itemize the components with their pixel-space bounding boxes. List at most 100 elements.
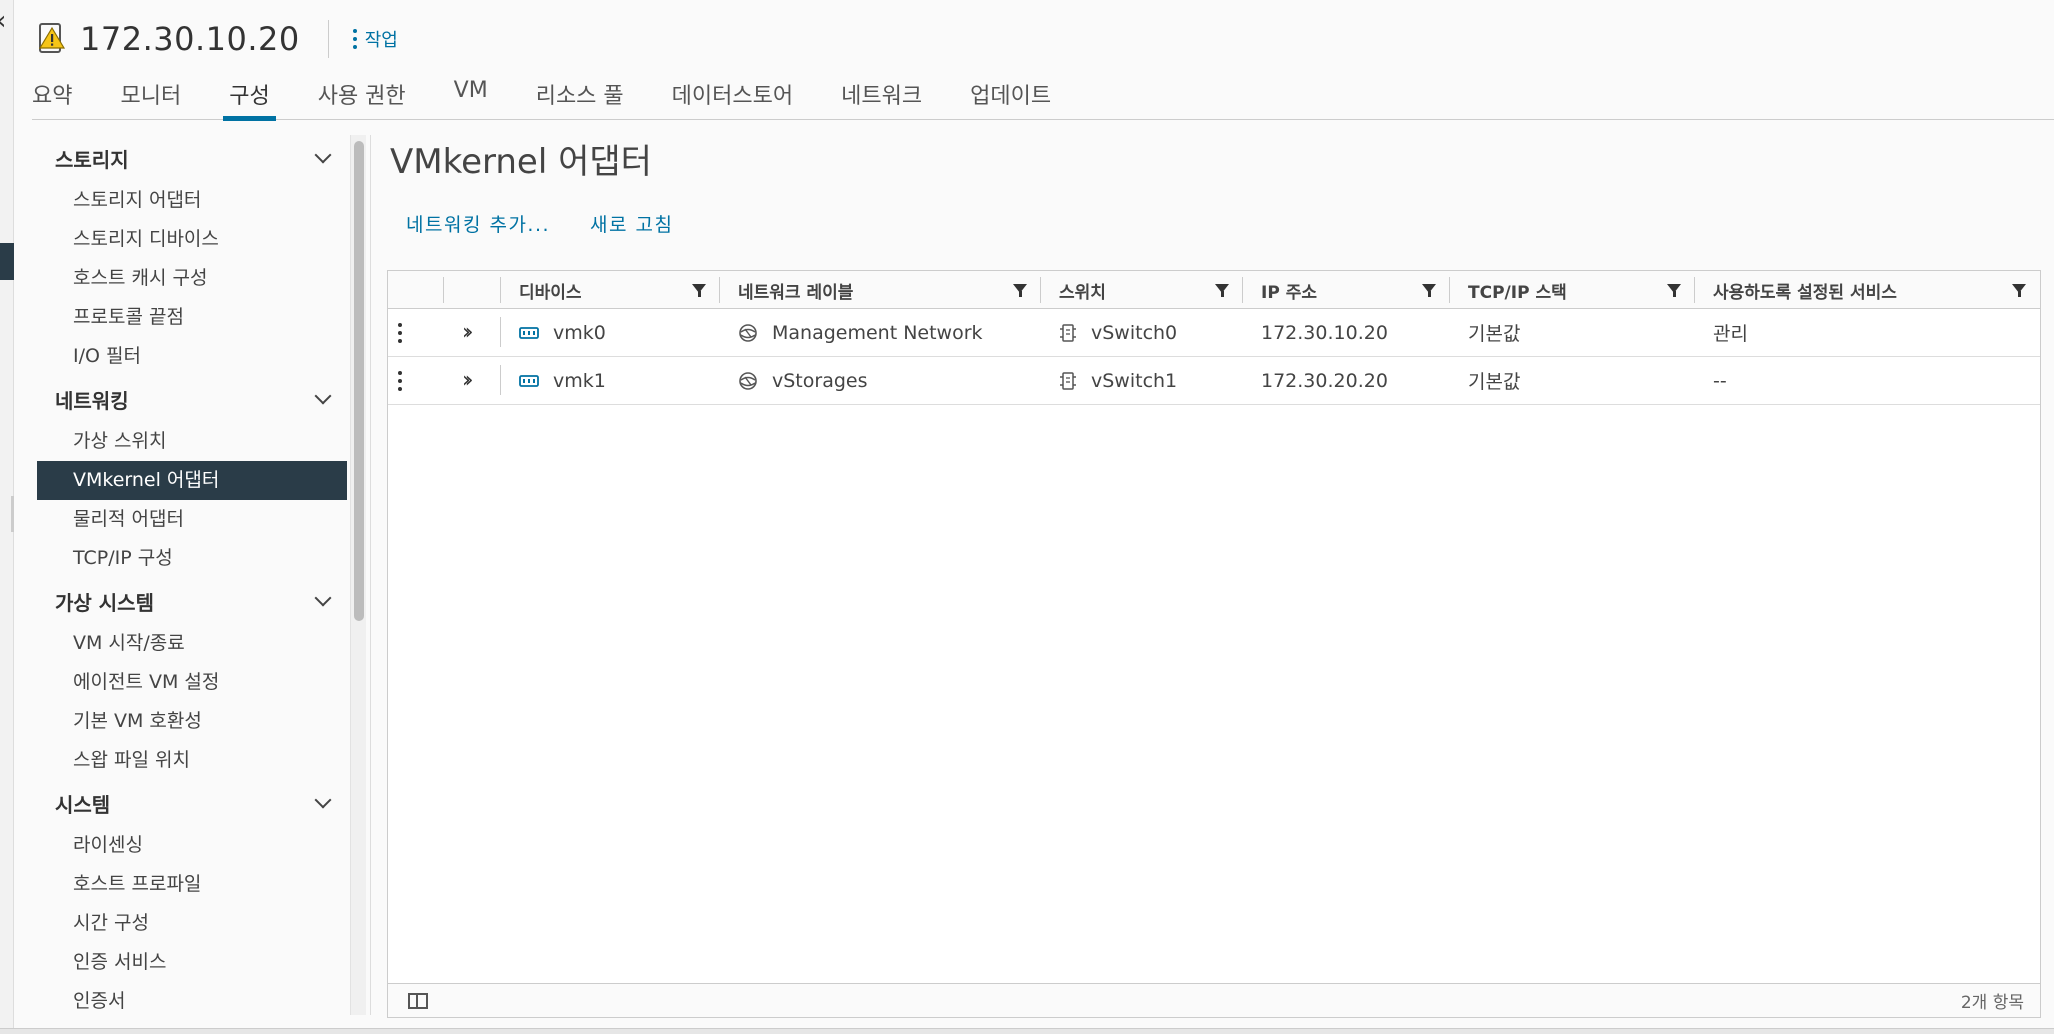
row-actions-kebab-icon[interactable] [398, 370, 402, 391]
filter-icon[interactable] [1422, 284, 1436, 297]
group-networking-header[interactable]: 네트워킹 [37, 376, 347, 422]
sidebar-item-protocol-endpoints[interactable]: 프로토콜 끝점 [37, 298, 347, 337]
column-header-network-label[interactable]: 네트워크 레이블 [720, 271, 1041, 309]
row-actions-kebab-icon[interactable] [398, 322, 402, 343]
sidebar-item-swap-file-location[interactable]: 스왑 파일 위치 [37, 741, 347, 780]
filter-icon[interactable] [1667, 284, 1681, 297]
expand-row-icon[interactable]: ›› [462, 368, 473, 393]
expand-row-icon[interactable]: ›› [462, 320, 473, 345]
filter-icon[interactable] [2012, 284, 2026, 297]
network-icon [738, 323, 758, 343]
column-header-label: TCP/IP 스택 [1468, 282, 1567, 303]
tab-vms[interactable]: VM [454, 70, 488, 120]
device-name[interactable]: vmk1 [553, 370, 606, 392]
row-expand-cell: ›› [444, 309, 501, 356]
group-system-header[interactable]: 시스템 [37, 780, 347, 826]
column-toggle-icon[interactable] [408, 992, 428, 1009]
sidebar-item-vm-startup-shutdown[interactable]: VM 시작/종료 [37, 624, 347, 663]
tab-resource-pools[interactable]: 리소스 풀 [536, 70, 624, 120]
add-networking-button[interactable]: 네트워킹 추가... [406, 210, 550, 237]
column-header-label: 디바이스 [519, 282, 582, 303]
close-icon[interactable]: ‹ [0, 8, 6, 34]
pane-divider [370, 135, 371, 1015]
switch-name[interactable]: vSwitch1 [1091, 370, 1177, 392]
vmkernel-nic-icon [519, 325, 539, 341]
sidebar-scrollbar[interactable] [350, 135, 366, 1015]
object-tabs: 요약 모니터 구성 사용 권한 VM 리소스 풀 데이터스토어 네트워크 업데이… [32, 70, 2054, 121]
host-title: 172.30.10.20 [80, 20, 300, 58]
header-expand-col [444, 271, 501, 309]
bottom-scrollbar[interactable] [0, 1028, 2054, 1034]
column-header-device[interactable]: 디바이스 [501, 271, 720, 309]
sidebar-item-agent-vm-settings[interactable]: 에이전트 VM 설정 [37, 663, 347, 702]
cell-network-label: Management Network [720, 309, 1041, 356]
cell-tcpip-stack: 기본값 [1468, 371, 1521, 393]
cell-ip-address: 172.30.10.20 [1261, 321, 1388, 344]
sidebar-item-host-profile[interactable]: 호스트 프로파일 [37, 865, 347, 904]
sidebar-item-auth-services[interactable]: 인증 서비스 [37, 943, 347, 982]
column-header-switch[interactable]: 스위치 [1041, 271, 1243, 309]
cell-switch: vSwitch0 [1041, 309, 1243, 356]
tab-summary[interactable]: 요약 [32, 70, 72, 120]
group-title: 스토리지 [55, 147, 129, 172]
row-actions-cell [388, 357, 444, 404]
grid-footer: 2개 항목 [388, 983, 2040, 1017]
switch-icon [1059, 371, 1077, 391]
column-header-label: 네트워크 레이블 [738, 282, 854, 303]
filter-icon[interactable] [1215, 284, 1229, 297]
sidebar-item-host-cache[interactable]: 호스트 캐시 구성 [37, 259, 347, 298]
sidebar-item-physical-adapters[interactable]: 물리적 어댑터 [37, 500, 347, 539]
tab-configure[interactable]: 구성 [223, 70, 277, 121]
device-name[interactable]: vmk0 [553, 322, 606, 344]
sidebar-item-time-config[interactable]: 시간 구성 [37, 904, 347, 943]
column-header-ip-address[interactable]: IP 주소 [1243, 271, 1450, 309]
grid-header: 디바이스 네트워크 레이블 스위치 IP 주소 TCP/IP 스택 사용하도록 … [388, 271, 2040, 309]
tab-updates[interactable]: 업데이트 [970, 70, 1051, 120]
network-label[interactable]: vStorages [772, 370, 867, 392]
filter-icon[interactable] [1013, 284, 1027, 297]
filter-icon[interactable] [692, 284, 706, 297]
vmkernel-adapters-grid: 디바이스 네트워크 레이블 스위치 IP 주소 TCP/IP 스택 사용하도록 … [387, 270, 2041, 1018]
network-label[interactable]: Management Network [772, 322, 983, 344]
refresh-button[interactable]: 새로 고침 [590, 210, 673, 237]
resize-handle[interactable] [11, 496, 14, 532]
group-title: 시스템 [55, 792, 111, 817]
actions-label: 작업 [364, 30, 398, 51]
item-count: 2개 항목 [1960, 993, 2024, 1013]
sidebar-item-certificate[interactable]: 인증서 [37, 982, 347, 1015]
switch-icon [1059, 323, 1077, 343]
column-header-enabled-services[interactable]: 사용하도록 설정된 서비스 [1695, 271, 2040, 309]
column-header-label: IP 주소 [1261, 282, 1317, 303]
column-header-tcpip-stack[interactable]: TCP/IP 스택 [1450, 271, 1695, 309]
cell-enabled-services: 관리 [1713, 323, 1748, 345]
sidebar-item-storage-devices[interactable]: 스토리지 디바이스 [37, 220, 347, 259]
group-title: 네트워킹 [55, 388, 129, 413]
tab-permissions[interactable]: 사용 권한 [318, 70, 406, 120]
sidebar-item-io-filters[interactable]: I/O 필터 [37, 337, 347, 376]
group-virtual-machines-header[interactable]: 가상 시스템 [37, 578, 347, 624]
cell-network-label: vStorages [720, 357, 1041, 404]
kebab-icon [352, 29, 357, 49]
sidebar-item-vmkernel-adapters[interactable]: VMkernel 어댑터 [37, 461, 347, 500]
header-divider [327, 20, 329, 58]
actions-menu-button[interactable]: 작업 [352, 26, 398, 52]
sidebar-item-licensing[interactable]: 라이센싱 [37, 826, 347, 865]
sidebar-item-default-vm-compat[interactable]: 기본 VM 호환성 [37, 702, 347, 741]
sidebar-item-virtual-switches[interactable]: 가상 스위치 [37, 422, 347, 461]
group-storage-header[interactable]: 스토리지 [37, 135, 347, 181]
host-warning-icon [38, 22, 66, 56]
switch-name[interactable]: vSwitch0 [1091, 322, 1177, 344]
sidebar-item-storage-adapters[interactable]: 스토리지 어댑터 [37, 181, 347, 220]
tab-networks[interactable]: 네트워크 [841, 70, 922, 120]
group-title: 가상 시스템 [55, 590, 154, 615]
configure-sidebar: 스토리지 스토리지 어댑터 스토리지 디바이스 호스트 캐시 구성 프로토콜 끝… [37, 135, 347, 1015]
table-row[interactable]: ›› vmk1 vStorages vSwitch1 172.30.20.20 … [388, 357, 2040, 405]
tab-monitor[interactable]: 모니터 [120, 70, 181, 120]
cell-tcpip-stack: 기본값 [1468, 323, 1521, 345]
tab-datastores[interactable]: 데이터스토어 [672, 70, 793, 120]
chevron-down-icon [314, 387, 332, 405]
sidebar-item-tcpip-config[interactable]: TCP/IP 구성 [37, 539, 347, 578]
network-icon [738, 371, 758, 391]
table-row[interactable]: ›› vmk0 Management Network vSwitch0 172.… [388, 309, 2040, 357]
scrollbar-thumb[interactable] [354, 141, 364, 621]
